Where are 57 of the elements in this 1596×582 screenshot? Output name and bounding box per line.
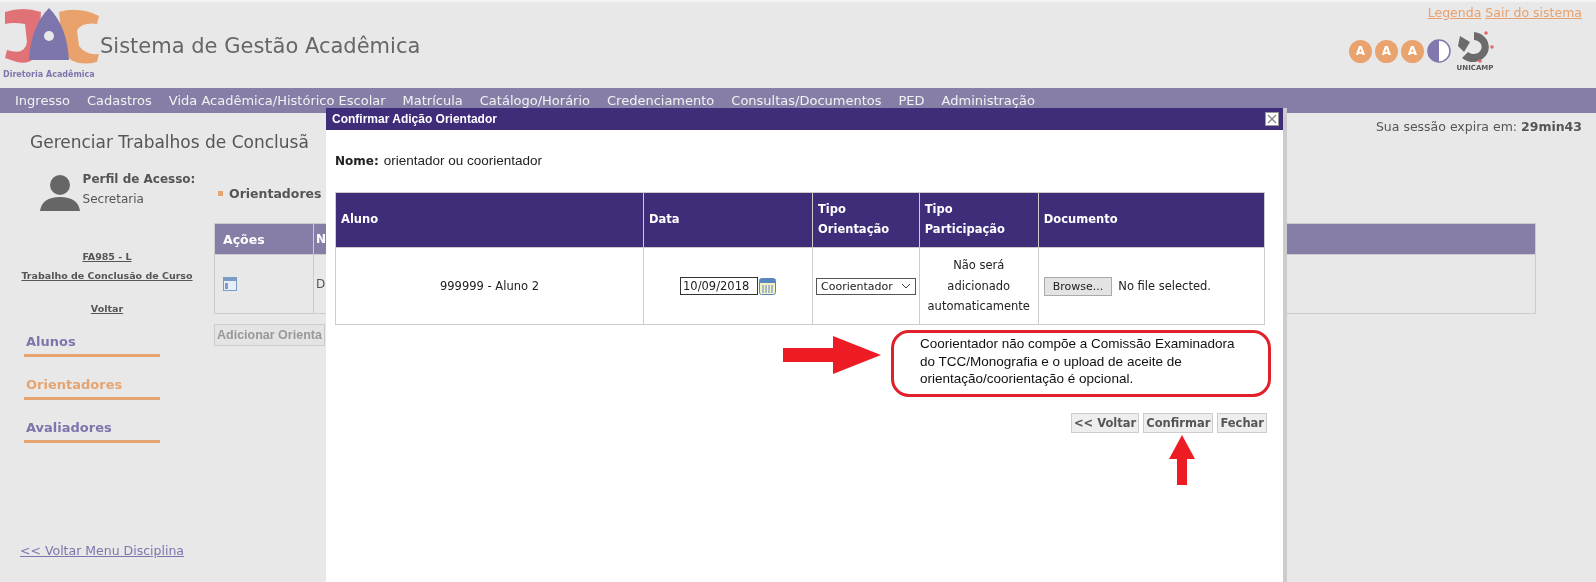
sidebar-item[interactable]: Avaliadores [24,420,160,443]
participation-cell-text: Não será adicionado automaticamente [926,256,1031,316]
footer-link[interactable]: << Voltar Menu Disciplina [20,543,184,558]
menu-item[interactable]: Catálogo/Horário [479,93,590,108]
profile-label: Perfil de Acesso: [82,172,196,186]
back-link[interactable]: Voltar [90,303,124,314]
logo-caption: Diretoria Acadêmica [3,70,96,79]
dialog-button[interactable]: Fechar [1217,412,1267,433]
half-circle-icon [1427,39,1451,63]
name-value: orientador ou coorientador [383,153,543,168]
column-header: Tipo Participação [919,192,1039,248]
app-title: Sistema de Gestão Acadêmica [100,34,421,58]
column-header: Tipo Orientação [812,192,920,248]
bullet-icon [218,191,223,196]
page-title: Gerenciar Trabalhos de Conclusã [30,132,310,152]
sidebar-item[interactable]: Alunos [24,334,160,357]
orientation-select[interactable]: Coorientador [816,277,916,295]
window-icon[interactable] [223,277,237,291]
name-label: Nome: [335,154,379,168]
close-icon[interactable] [1265,112,1279,126]
header-link[interactable]: Sair do sistema [1485,5,1582,20]
menu-item[interactable]: Credenciamento [607,93,715,108]
profile-role: Secretaria [82,192,145,206]
letter-badge: A [1349,39,1372,63]
column-header: Documento [1038,192,1265,248]
person-icon [38,175,81,211]
session-timer: Sua sessão expira em: 29min43 [1375,119,1582,134]
course-code-link[interactable]: FA985 - L [82,251,132,262]
column-header: Aluno [335,192,644,248]
column-header: Ações [214,223,314,255]
section-title: Orientadores [229,186,322,201]
emblem-icon [1456,30,1494,64]
menu-item[interactable]: Cadastros [86,93,152,108]
column-header: Data [643,192,813,248]
sidebar-item[interactable]: Orientadores [24,377,160,400]
letter-badge: A [1401,39,1424,63]
dialog-title: Confirmar Adição Orientador [332,112,497,126]
calendar-icon[interactable] [759,277,776,295]
callout-note: Coorientador não compõe a Comissão Examinadora do TCC/Monografia e o upload de aceite de orientação/coorientação é opcional. [891,330,1271,397]
add-button[interactable]: Adicionar Orienta [214,324,325,346]
menu-item[interactable]: Vida Acadêmica/Histórico Escolar [168,93,386,108]
menu-item[interactable]: Consultas/Documentos [731,93,882,108]
menu-item[interactable]: Ingresso [15,93,70,108]
browse-button[interactable]: Browse... [1043,276,1113,296]
student-cell: 999999 - Aluno 2 [440,279,539,293]
date-field[interactable]: 10/09/2018 [680,277,758,295]
menu-item[interactable]: Matrícula [402,93,463,108]
dialog-button[interactable]: Confirmar [1143,412,1214,433]
menu-item[interactable]: Administração [941,93,1035,108]
header-link[interactable]: Legenda [1427,5,1482,20]
menu-item[interactable]: PED [898,93,925,108]
file-status: No file selected. [1118,279,1211,293]
course-name-link[interactable]: Trabalho de Conclusão de Curso [21,270,193,281]
pointer-arrow [1169,434,1195,485]
dialog-button[interactable]: << Voltar [1070,412,1140,433]
chevron-icon [900,283,911,289]
letter-badge: A [1375,39,1398,63]
